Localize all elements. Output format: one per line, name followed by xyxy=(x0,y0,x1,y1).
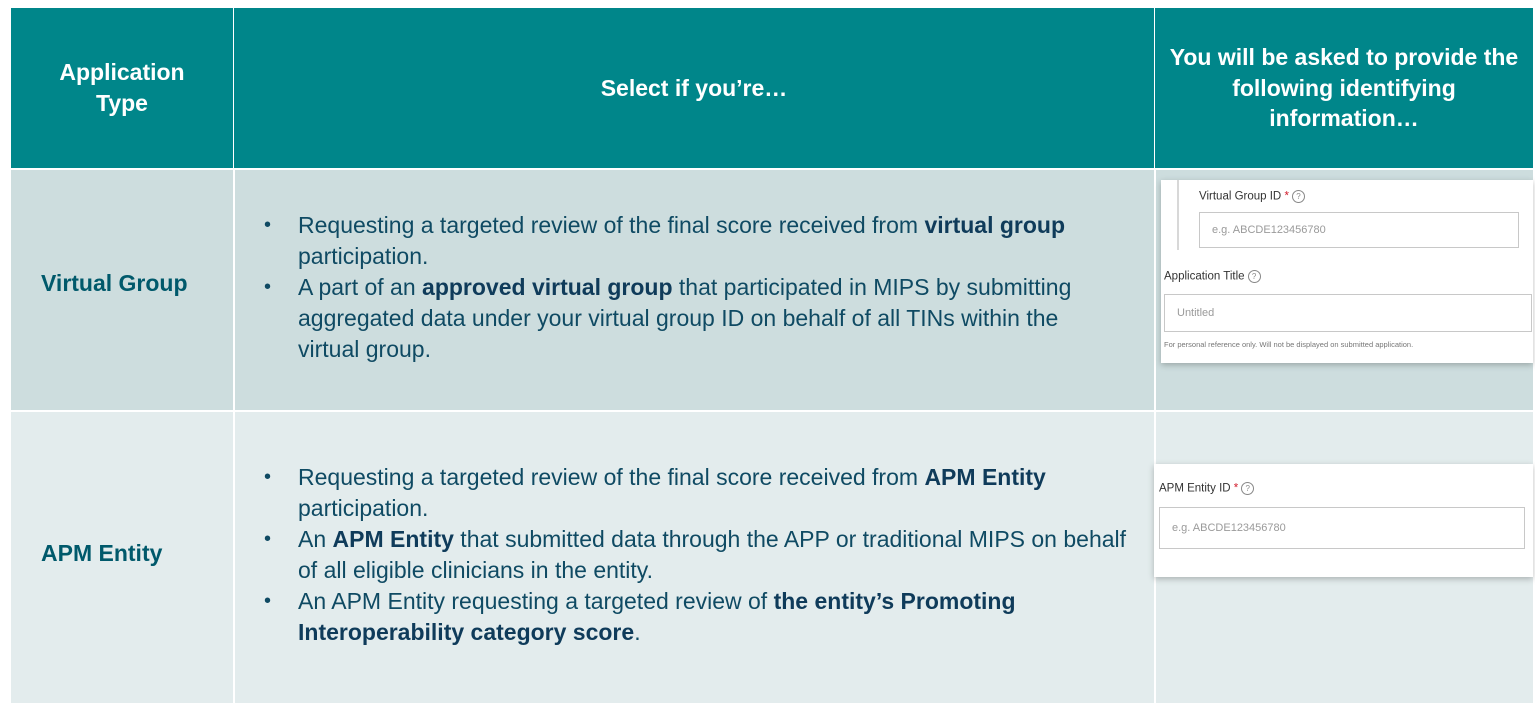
question-circle-icon: ? xyxy=(1247,270,1261,283)
list-item: An APM Entity requesting a targeted revi… xyxy=(264,586,1134,648)
header-select-if: Select if you’re… xyxy=(600,74,788,101)
application-title-hint: For personal reference only. Will not be… xyxy=(1164,340,1414,349)
application-type-apm-entity: APM Entity xyxy=(41,540,163,566)
application-title-input[interactable]: Untitled xyxy=(1164,294,1532,332)
table-header-row: Application Type Select if you’re… You w… xyxy=(11,8,1533,168)
question-circle-icon: ? xyxy=(1291,190,1305,203)
header-application-type: Application Type xyxy=(59,59,185,116)
list-item: Requesting a targeted review of the fina… xyxy=(264,210,1114,272)
apm-entity-id-label: APM Entity ID *? xyxy=(1159,482,1255,495)
application-type-virtual-group: Virtual Group xyxy=(41,270,188,296)
application-type-table: Application Type Select if you’re… You w… xyxy=(11,8,1533,703)
virtual-group-form-screenshot: Virtual Group ID *? e.g. ABCDE123456780 … xyxy=(1161,180,1533,363)
table-row: Virtual Group Requesting a targeted revi… xyxy=(11,170,1533,410)
virtual-group-id-label: Virtual Group ID *? xyxy=(1199,190,1305,203)
application-title-label: Application Title? xyxy=(1164,270,1261,283)
apm-entity-id-input[interactable]: e.g. ABCDE123456780 xyxy=(1159,507,1525,549)
list-item: A part of an approved virtual group that… xyxy=(264,272,1114,365)
criteria-list: Requesting a targeted review of the fina… xyxy=(264,462,1134,648)
list-item: An APM Entity that submitted data throug… xyxy=(264,524,1134,586)
table-row: APM Entity Requesting a targeted review … xyxy=(11,412,1533,703)
virtual-group-id-input[interactable]: e.g. ABCDE123456780 xyxy=(1199,212,1519,248)
header-identifying-info: You will be asked to provide the followi… xyxy=(1169,44,1519,132)
list-item: Requesting a targeted review of the fina… xyxy=(264,462,1134,524)
apm-entity-form-screenshot: APM Entity ID *? e.g. ABCDE123456780 xyxy=(1154,464,1533,577)
question-circle-icon: ? xyxy=(1241,482,1255,495)
criteria-list: Requesting a targeted review of the fina… xyxy=(264,210,1114,365)
